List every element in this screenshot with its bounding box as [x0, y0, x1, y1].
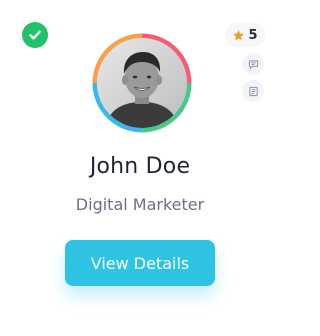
star-icon [233, 29, 245, 40]
message-icon [248, 59, 258, 69]
rating-value: 5 [248, 27, 258, 43]
profile-card: 5 John Doe Digital Marketer View Details [0, 0, 280, 336]
view-details-button[interactable]: View Details [65, 240, 215, 286]
profile-role: Digital Marketer [75, 195, 205, 214]
avatar [91, 32, 193, 134]
document-icon [248, 86, 258, 96]
profile-name: John Doe [89, 154, 191, 179]
verified-check-icon [22, 22, 48, 48]
message-button[interactable] [242, 53, 264, 75]
avatar-photo [97, 38, 187, 128]
document-button[interactable] [242, 80, 264, 102]
rating-badge: 5 [225, 23, 265, 47]
